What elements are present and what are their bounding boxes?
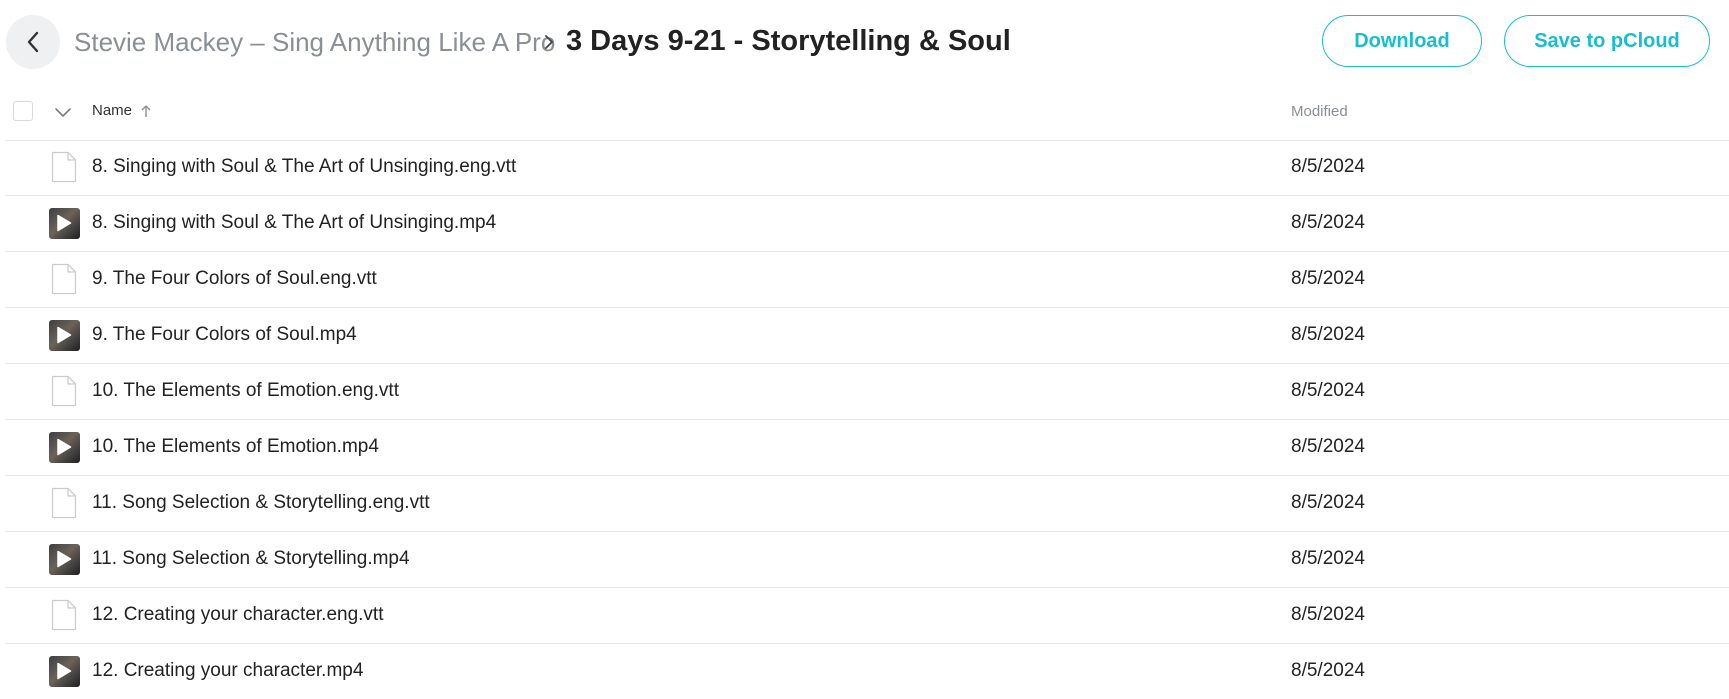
back-button[interactable] (6, 15, 60, 69)
table-row[interactable]: 9. The Four Colors of Soul.eng.vtt 8/5/2… (5, 252, 1729, 308)
file-name: 9. The Four Colors of Soul.eng.vtt (92, 268, 377, 289)
video-thumbnail-play-icon (48, 319, 80, 351)
file-name: 10. The Elements of Emotion.mp4 (92, 436, 379, 457)
modified-date: 8/5/2024 (1291, 660, 1365, 681)
breadcrumb-parent-link[interactable]: Stevie Mackey – Sing Anything Like A Pro (74, 26, 555, 58)
arrow-up-icon (141, 104, 151, 117)
select-all-checkbox[interactable] (13, 101, 33, 121)
table-row[interactable]: 8. Singing with Soul & The Art of Unsing… (5, 196, 1729, 252)
video-thumbnail-play-icon (48, 207, 80, 239)
table-row[interactable]: 12. Creating your character.eng.vtt 8/5/… (5, 588, 1729, 644)
table-row[interactable]: 11. Song Selection & Storytelling.eng.vt… (5, 476, 1729, 532)
table-row[interactable]: 8. Singing with Soul & The Art of Unsing… (5, 140, 1729, 196)
file-icon (48, 263, 80, 295)
file-name: 11. Song Selection & Storytelling.mp4 (92, 548, 410, 569)
modified-date: 8/5/2024 (1291, 380, 1365, 401)
table-row[interactable]: 12. Creating your character.mp4 8/5/2024 (5, 644, 1729, 699)
table-row[interactable]: 10. The Elements of Emotion.mp4 8/5/2024 (5, 420, 1729, 476)
modified-date: 8/5/2024 (1291, 492, 1365, 513)
table-header: Name Modified (5, 84, 1729, 141)
file-name: 8. Singing with Soul & The Art of Unsing… (92, 212, 497, 233)
save-to-pcloud-button[interactable]: Save to pCloud (1504, 15, 1710, 67)
modified-date: 8/5/2024 (1291, 604, 1365, 625)
file-icon (48, 375, 80, 407)
modified-date: 8/5/2024 (1291, 324, 1365, 345)
download-button[interactable]: Download (1322, 15, 1482, 67)
table-row[interactable]: 10. The Elements of Emotion.eng.vtt 8/5/… (5, 364, 1729, 420)
page-title: 3 Days 9-21 - Storytelling & Soul (566, 25, 1011, 57)
file-name: 12. Creating your character.mp4 (92, 660, 364, 681)
modified-column-header[interactable]: Modified (1291, 103, 1348, 120)
file-icon (48, 599, 80, 631)
video-thumbnail-play-icon (48, 543, 80, 575)
table-row[interactable]: 11. Song Selection & Storytelling.mp4 8/… (5, 532, 1729, 588)
file-name: 8. Singing with Soul & The Art of Unsing… (92, 156, 517, 177)
name-column-label: Name (92, 102, 133, 119)
file-icon (48, 151, 80, 183)
file-name: 9. The Four Colors of Soul.mp4 (92, 324, 357, 345)
modified-date: 8/5/2024 (1291, 268, 1365, 289)
chevron-left-icon (27, 31, 39, 53)
header: Stevie Mackey – Sing Anything Like A Pro… (0, 0, 1729, 84)
video-thumbnail-play-icon (48, 655, 80, 687)
file-name: 10. The Elements of Emotion.eng.vtt (92, 380, 399, 401)
file-list: 8. Singing with Soul & The Art of Unsing… (5, 140, 1729, 699)
chevron-down-icon[interactable] (53, 104, 73, 120)
modified-date: 8/5/2024 (1291, 156, 1365, 177)
table-row[interactable]: 9. The Four Colors of Soul.mp4 8/5/2024 (5, 308, 1729, 364)
video-thumbnail-play-icon (48, 431, 80, 463)
chevron-right-icon (545, 35, 553, 49)
modified-date: 8/5/2024 (1291, 548, 1365, 569)
modified-date: 8/5/2024 (1291, 436, 1365, 457)
modified-date: 8/5/2024 (1291, 212, 1365, 233)
name-column-header[interactable]: Name (92, 102, 152, 119)
file-icon (48, 487, 80, 519)
file-name: 12. Creating your character.eng.vtt (92, 604, 384, 625)
file-name: 11. Song Selection & Storytelling.eng.vt… (92, 492, 430, 513)
